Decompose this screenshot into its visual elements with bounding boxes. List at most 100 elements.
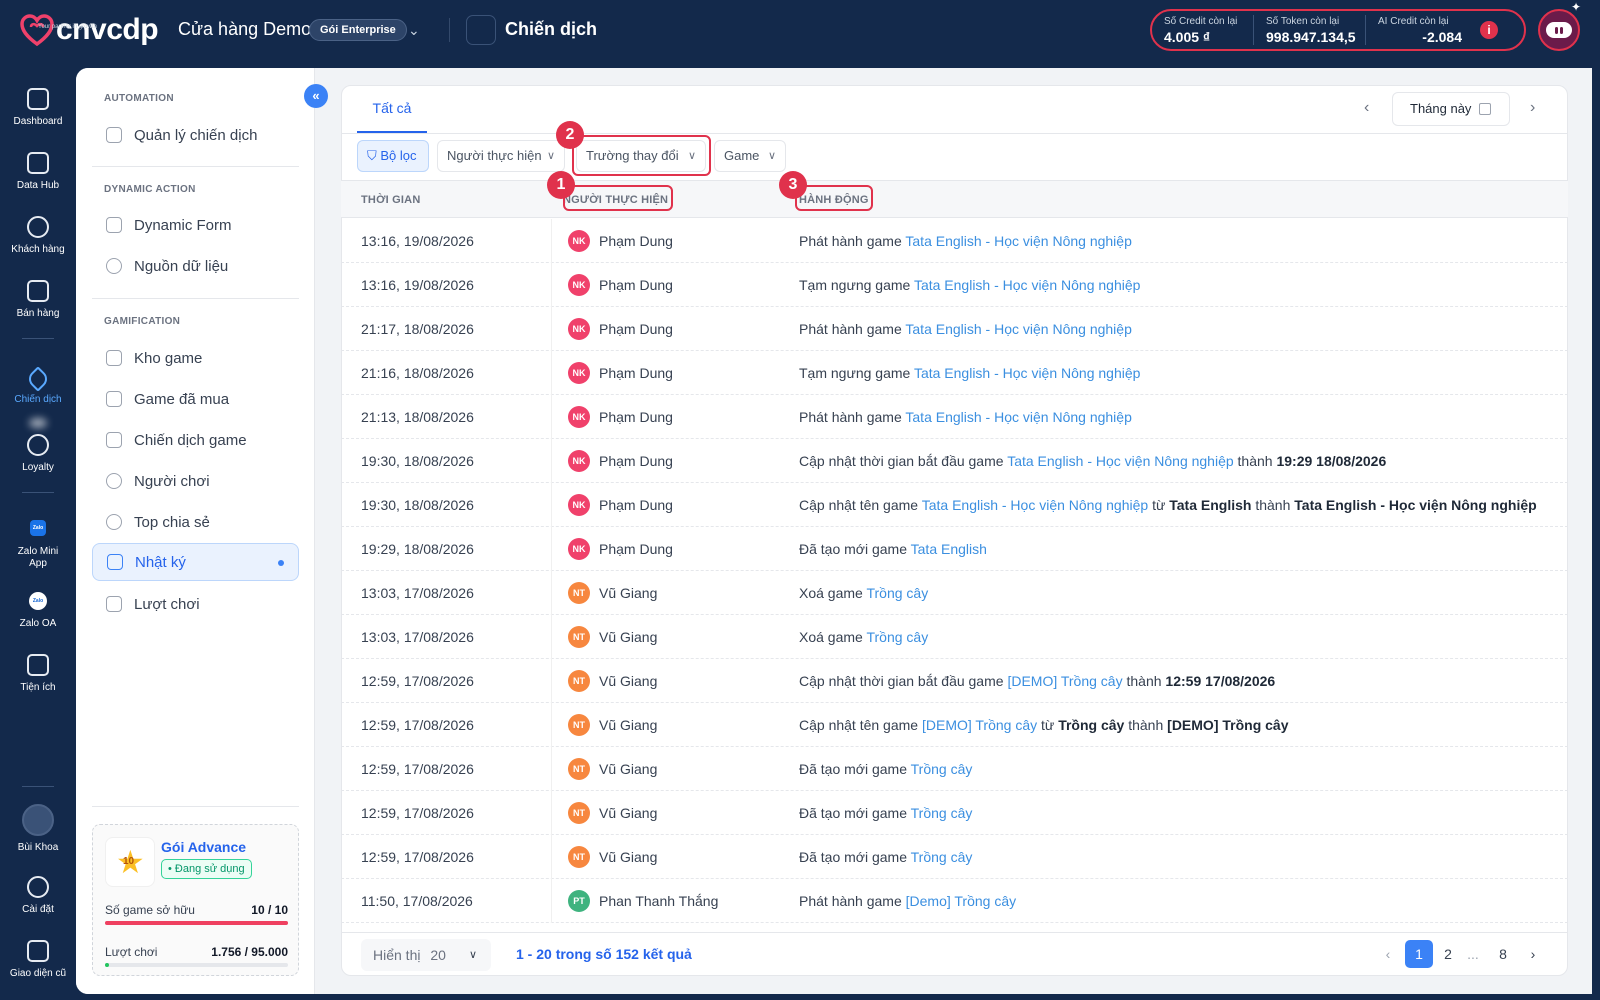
nav-utilities[interactable]: Tiện ích	[0, 654, 76, 694]
sidebar-item-activity-log[interactable]: Nhật ký	[92, 543, 299, 581]
table-row[interactable]: 21:17, 18/08/2026 NK Phạm Dung Phát hành ga…	[341, 307, 1568, 351]
annotation-highlight-changed-field	[572, 135, 711, 176]
page-1-button[interactable]: 1	[1405, 940, 1433, 968]
sidebar-item-purchased-games[interactable]: Game đã mua	[92, 380, 299, 418]
row-performer: Vũ Giang	[599, 849, 658, 865]
token-label: Số Token còn lại	[1266, 15, 1340, 27]
collapse-sidebar-button[interactable]: «	[304, 84, 328, 108]
nav-profile[interactable]: Bùi Khoa	[0, 804, 76, 854]
store-name[interactable]: Cửa hàng Demo	[178, 19, 311, 40]
chevron-down-icon[interactable]: ⌄	[408, 22, 420, 39]
row-action: Xoá game Trồng cây	[799, 585, 928, 601]
table-row[interactable]: 12:59, 17/08/2026 NT Vũ Giang Đã tạo mới ga…	[341, 791, 1568, 835]
robot-icon	[1546, 22, 1572, 38]
filter-button[interactable]: ⛉ Bộ lọc	[357, 140, 429, 172]
game-link[interactable]: Tata English - Học viện Nông nghiệp	[905, 409, 1131, 425]
page-size-select[interactable]: Hiển thị 20 ∨	[361, 939, 491, 971]
next-page-button[interactable]: ›	[1519, 940, 1547, 968]
game-filter[interactable]: Game ∨	[714, 140, 786, 172]
brand-logo[interactable]: cnvcdp	[20, 14, 159, 46]
performer-filter[interactable]: Người thực hiện ∨	[437, 140, 565, 172]
credit-summary[interactable]: Số Credit còn lại 4.005 ₫ Số Token còn l…	[1150, 9, 1526, 51]
sidebar-item-dynamic-form[interactable]: Dynamic Form	[92, 206, 299, 244]
action-text: thành	[1233, 453, 1277, 469]
action-text: Cập nhật thời gian bắt đầu game	[799, 453, 1008, 469]
info-icon[interactable]: i	[1480, 21, 1498, 39]
table-row[interactable]: 21:16, 18/08/2026 NK Phạm Dung Tạm ngưng ga…	[341, 351, 1568, 395]
table-row[interactable]: 12:59, 17/08/2026 NT Vũ Giang Cập nhật tên …	[341, 703, 1568, 747]
sidebar-item-top-shares[interactable]: Top chia sẻ	[92, 503, 299, 541]
game-link[interactable]: Tata English - Học viện Nông nghiệp	[905, 321, 1131, 337]
nav-legacy-ui[interactable]: Giao diện cũ	[0, 940, 76, 980]
credit-value: 4.005 ₫	[1164, 28, 1211, 45]
table-row[interactable]: 12:59, 17/08/2026 NT Vũ Giang Đã tạo mới ga…	[341, 835, 1568, 879]
nav-dashboard[interactable]: Dashboard	[0, 88, 76, 128]
plays-row: Lượt chơi 1.756 / 95.000	[105, 945, 288, 959]
nav-data-hub[interactable]: Data Hub	[0, 152, 76, 192]
table-row[interactable]: 11:50, 17/08/2026 PT Phan Thanh Thắng Phát …	[341, 879, 1568, 923]
plan-badge: Gói Enterprise	[309, 19, 407, 41]
game-link[interactable]: Trồng cây	[866, 585, 928, 601]
table-row[interactable]: 19:30, 18/08/2026 NK Phạm Dung Cập nhật thờ…	[341, 439, 1568, 483]
action-text: Phát hành game	[799, 893, 906, 909]
nav-campaigns[interactable]: Chiến dịch	[0, 366, 76, 406]
game-link[interactable]: Tata English - Học viện Nông nghiệp	[1007, 453, 1233, 469]
nav-zalo-mini-app[interactable]: Zalo Zalo Mini App	[0, 520, 76, 570]
table-row[interactable]: 19:29, 18/08/2026 NK Phạm Dung Đã tạo mới g…	[341, 527, 1568, 571]
user-avatar-icon	[22, 804, 54, 836]
chevron-down-icon: ∨	[546, 150, 555, 162]
nav-sales[interactable]: Bán hàng	[0, 280, 76, 320]
prev-month-button[interactable]: ‹	[1364, 99, 1369, 117]
table-row[interactable]: 12:59, 17/08/2026 NT Vũ Giang Cập nhật thời…	[341, 659, 1568, 703]
prev-page-button[interactable]: ‹	[1374, 940, 1402, 968]
game-link[interactable]: Trồng cây	[911, 805, 973, 821]
game-link[interactable]: [Demo] Trồng cây	[906, 893, 1017, 909]
ai-assistant-avatar[interactable]	[1538, 9, 1580, 51]
game-link[interactable]: Trồng cây	[911, 849, 973, 865]
user-avatar: NK	[568, 450, 590, 472]
sidebar-item-plays[interactable]: Lượt chơi	[92, 585, 299, 623]
user-avatar: NK	[568, 274, 590, 296]
game-link[interactable]: Tata English	[911, 541, 987, 557]
active-glow	[29, 418, 47, 428]
sidebar-item-data-sources[interactable]: Nguồn dữ liệu	[92, 247, 299, 285]
nav-zalo-oa[interactable]: Zalo Zalo OA	[0, 592, 76, 630]
page-8-button[interactable]: 8	[1489, 940, 1517, 968]
game-link[interactable]: [DEMO] Trồng cây	[922, 717, 1037, 733]
column-separator	[551, 395, 552, 439]
game-link[interactable]: Trồng cây	[911, 761, 973, 777]
sidebar-item-game-campaigns[interactable]: Chiến dịch game	[92, 421, 299, 459]
game-link[interactable]: Tata English - Học viện Nông nghiệp	[905, 233, 1131, 249]
table-row[interactable]: 21:13, 18/08/2026 NK Phạm Dung Phát hành ga…	[341, 395, 1568, 439]
column-separator	[551, 791, 552, 835]
ai-credit-label: AI Credit còn lại	[1378, 15, 1449, 27]
nav-customers[interactable]: Khách hàng	[0, 216, 76, 256]
nav-settings[interactable]: Cài đặt	[0, 876, 76, 916]
user-avatar: NT	[568, 714, 590, 736]
action-value: 12:59 17/08/2026	[1165, 673, 1276, 689]
game-link[interactable]: [DEMO] Trồng cây	[1007, 673, 1122, 689]
table-row[interactable]: 13:03, 17/08/2026 NT Vũ Giang Xoá game Trồn…	[341, 571, 1568, 615]
credit-balance: Số Credit còn lại 4.005 ₫	[1152, 15, 1254, 45]
nav-label: Dashboard	[13, 116, 63, 127]
table-row[interactable]: 13:16, 19/08/2026 NK Phạm Dung Phát hành ga…	[341, 219, 1568, 263]
sidebar-item-game-store[interactable]: Kho game	[92, 339, 299, 377]
action-text: thành	[1251, 497, 1295, 513]
game-link[interactable]: Trồng cây	[866, 629, 928, 645]
table-row[interactable]: 13:03, 17/08/2026 NT Vũ Giang Xoá game Trồn…	[341, 615, 1568, 659]
page-2-button[interactable]: 2	[1434, 940, 1462, 968]
sidebar-item-players[interactable]: Người chơi	[92, 462, 299, 500]
game-link[interactable]: Tata English - Học viện Nông nghiệp	[914, 365, 1140, 381]
nav-loyalty[interactable]: Loyalty	[0, 434, 76, 474]
heart-logo-icon	[20, 14, 54, 46]
month-picker[interactable]: Tháng này	[1392, 92, 1510, 126]
plan-title[interactable]: Gói Advance	[161, 839, 246, 855]
table-row[interactable]: 12:59, 17/08/2026 NT Vũ Giang Đã tạo mới ga…	[341, 747, 1568, 791]
table-row[interactable]: 13:16, 19/08/2026 NK Phạm Dung Tạm ngưng ga…	[341, 263, 1568, 307]
tab-all[interactable]: Tất cả	[357, 97, 427, 133]
table-row[interactable]: 19:30, 18/08/2026 NK Phạm Dung Cập nhật tên…	[341, 483, 1568, 527]
sidebar-item-campaign-management[interactable]: Quản lý chiến dịch	[92, 116, 299, 154]
game-link[interactable]: Tata English - Học viện Nông nghiệp	[922, 497, 1148, 513]
game-link[interactable]: Tata English - Học viện Nông nghiệp	[914, 277, 1140, 293]
next-month-button[interactable]: ›	[1530, 99, 1535, 117]
